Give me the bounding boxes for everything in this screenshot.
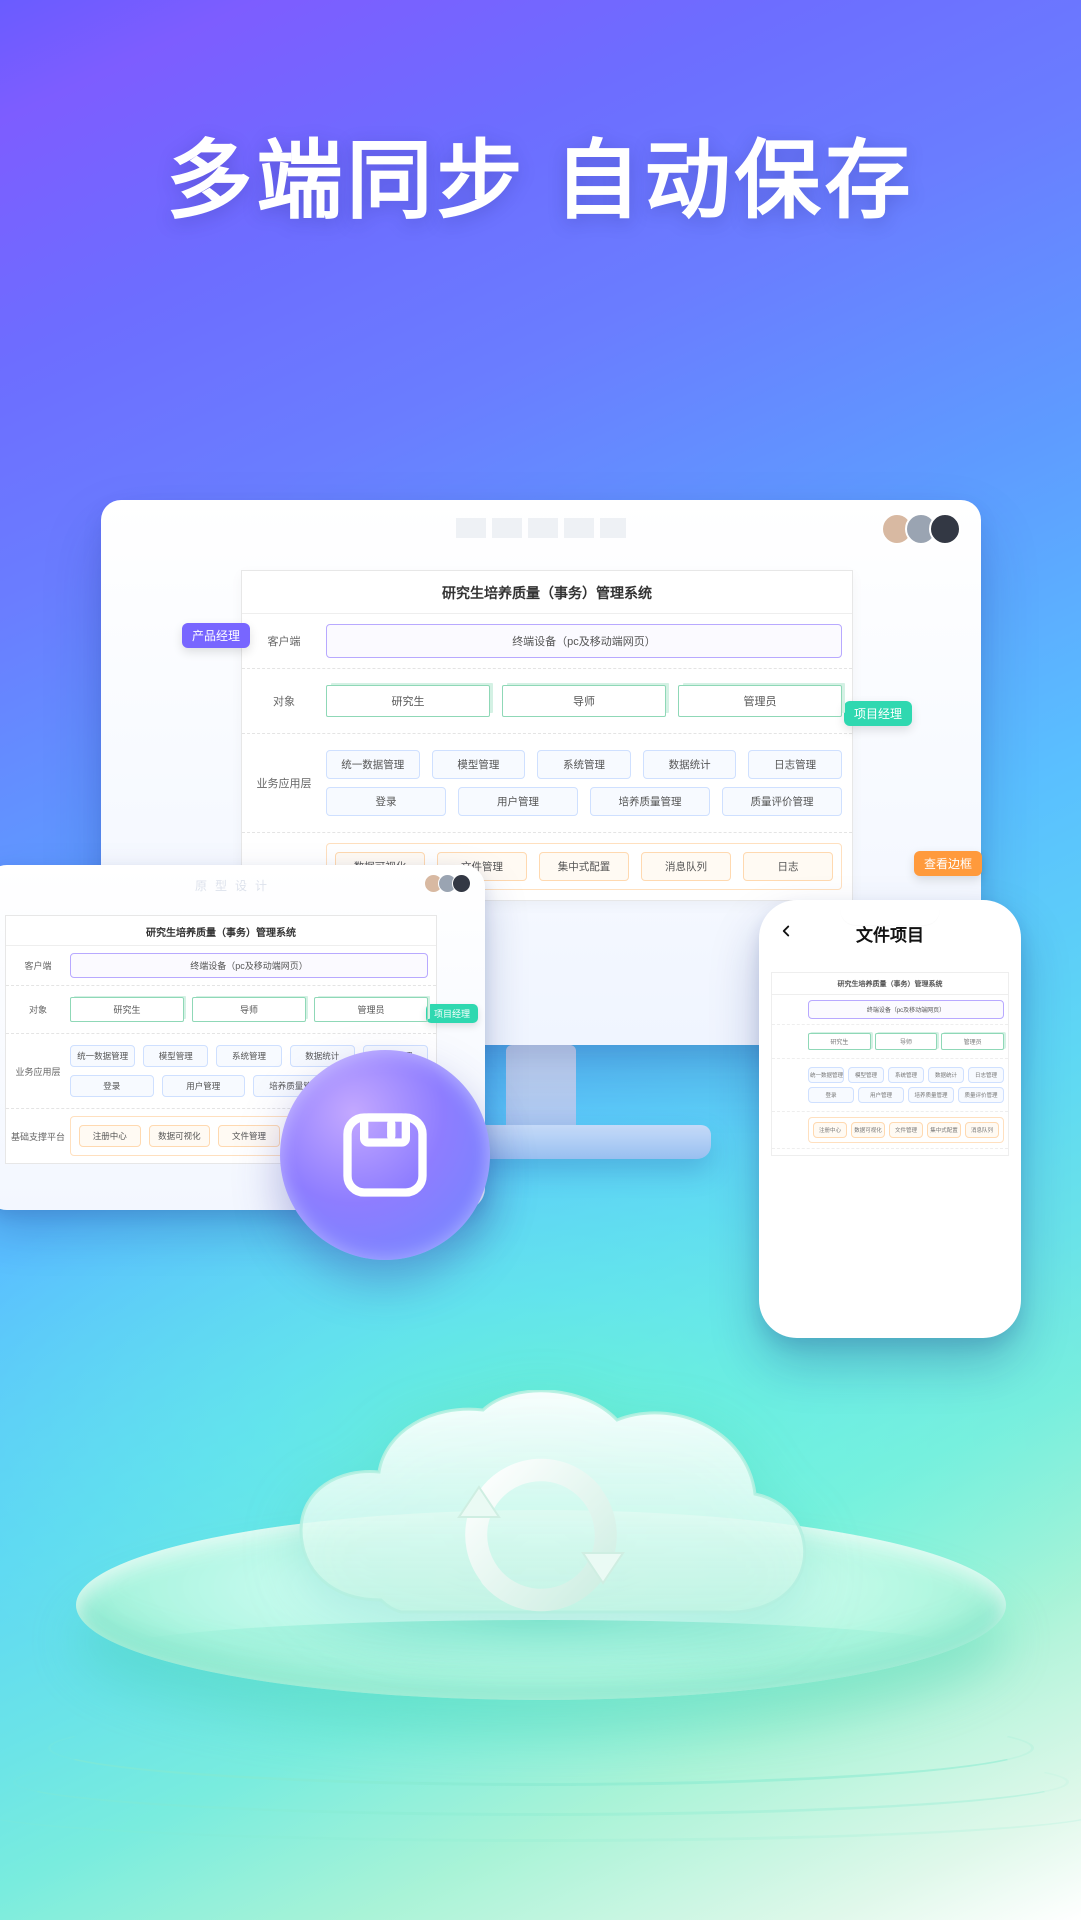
module-pill: 用户管理	[162, 1075, 246, 1097]
infra-pill: 消息队列	[965, 1122, 999, 1138]
module-pill: 培养质量管理	[908, 1087, 954, 1103]
infra-pill: 注册中心	[813, 1122, 847, 1138]
architecture-diagram: 产品经理 项目经理 查看边框 研究生培养质量（事务）管理系统 客户端 终端设备（…	[241, 570, 853, 901]
module-pill: 登录	[808, 1087, 854, 1103]
row-label: 对象	[242, 669, 326, 733]
diagram-title: 研究生培养质量（事务）管理系统	[6, 916, 436, 946]
object-cube: 管理员	[678, 685, 842, 717]
row-label	[772, 1059, 808, 1111]
object-cube: 研究生	[326, 685, 490, 717]
object-cube: 导师	[192, 997, 306, 1022]
client-block: 终端设备（pc及移动端网页）	[70, 953, 428, 978]
headline: 多端同步 自动保存	[0, 110, 1081, 235]
infra-pill: 日志	[743, 852, 833, 881]
diagram-row-app-layer: 业务应用层 统一数据管理 模型管理 系统管理 数据统计 日志管理 登录 用户管理	[242, 734, 852, 833]
row-label: 对象	[6, 986, 70, 1033]
role-tag-project-manager: 项目经理	[426, 1004, 478, 1023]
module-pill: 统一数据管理	[70, 1045, 135, 1067]
phone-screen-title: 文件项目	[856, 921, 924, 946]
monitor-stand-neck	[506, 1045, 576, 1135]
object-cube: 导师	[502, 685, 666, 717]
row-label	[772, 995, 808, 1024]
role-tag-review: 查看边框	[914, 851, 982, 876]
row-label: 基础支撑平台	[6, 1109, 70, 1163]
cloud-icon	[261, 1390, 821, 1690]
module-pill: 用户管理	[458, 787, 578, 816]
collaborator-avatars	[889, 513, 961, 545]
module-pill: 数据统计	[928, 1067, 964, 1083]
role-tag-product-manager: 产品经理	[182, 623, 250, 648]
role-tag-project-manager: 项目经理	[844, 701, 912, 726]
save-badge	[280, 1050, 490, 1260]
phone-header: 文件项目	[771, 920, 1009, 946]
infra-pill: 数据可视化	[851, 1122, 885, 1138]
module-pill: 质量评价管理	[722, 787, 842, 816]
module-pill: 培养质量管理	[590, 787, 710, 816]
module-pill: 登录	[70, 1075, 154, 1097]
module-pill: 模型管理	[432, 750, 526, 779]
object-cube: 管理员	[941, 1033, 1004, 1050]
object-cube: 导师	[875, 1033, 938, 1050]
object-cube: 研究生	[70, 997, 184, 1022]
collaborator-avatars	[429, 874, 471, 893]
client-block: 终端设备（pc及移动端网页）	[808, 1000, 1004, 1019]
diagram-row-client: 客户端 终端设备（pc及移动端网页）	[242, 614, 852, 669]
module-pill: 模型管理	[143, 1045, 208, 1067]
promo-stage: 多端同步 自动保存 产品经理 项目经理 查看边框 研究生培养质量（事务）管理系统…	[0, 0, 1081, 1920]
phone-device: 文件项目 研究生培养质量（事务）管理系统 终端设备（pc及移动端网页） 研究生 …	[759, 900, 1021, 1338]
infra-pill: 数据可视化	[149, 1125, 211, 1147]
object-cube: 管理员	[314, 997, 428, 1022]
module-pill: 登录	[326, 787, 446, 816]
architecture-diagram-phone: 研究生培养质量（事务）管理系统 终端设备（pc及移动端网页） 研究生 导师 管理…	[771, 972, 1009, 1156]
module-pill: 统一数据管理	[808, 1067, 844, 1083]
diagram-title: 研究生培养质量（事务）管理系统	[772, 973, 1008, 995]
infra-pill: 消息队列	[641, 852, 731, 881]
row-label	[772, 1025, 808, 1058]
cloud-sync-illustration	[76, 1390, 1006, 1790]
module-pill: 系统管理	[216, 1045, 281, 1067]
ripple	[48, 1710, 1034, 1786]
row-label: 业务应用层	[6, 1034, 70, 1108]
module-pill: 质量评价管理	[958, 1087, 1004, 1103]
module-pill: 模型管理	[848, 1067, 884, 1083]
infra-pill: 集中式配置	[927, 1122, 961, 1138]
row-label: 客户端	[6, 946, 70, 985]
diagram-row-object: 对象 研究生 导师 管理员	[242, 669, 852, 734]
diagram-title: 研究生培养质量（事务）管理系统	[242, 571, 852, 614]
row-label: 业务应用层	[242, 734, 326, 832]
module-pill: 系统管理	[537, 750, 631, 779]
infra-pill: 文件管理	[889, 1122, 923, 1138]
avatar	[929, 513, 961, 545]
module-pill: 日志管理	[748, 750, 842, 779]
client-block: 终端设备（pc及移动端网页）	[326, 624, 842, 658]
save-icon	[335, 1105, 435, 1205]
module-pill: 用户管理	[858, 1087, 904, 1103]
infra-pill: 注册中心	[79, 1125, 141, 1147]
module-pill: 系统管理	[888, 1067, 924, 1083]
object-cube: 研究生	[808, 1033, 871, 1050]
back-icon[interactable]	[777, 922, 795, 946]
module-pill: 统一数据管理	[326, 750, 420, 779]
avatar	[452, 874, 471, 893]
tablet-watermark: 原型设计	[0, 877, 485, 894]
infra-pill: 集中式配置	[539, 852, 629, 881]
row-label	[772, 1112, 808, 1148]
module-pill: 日志管理	[968, 1067, 1004, 1083]
infra-pill: 文件管理	[218, 1125, 280, 1147]
module-pill: 数据统计	[643, 750, 737, 779]
